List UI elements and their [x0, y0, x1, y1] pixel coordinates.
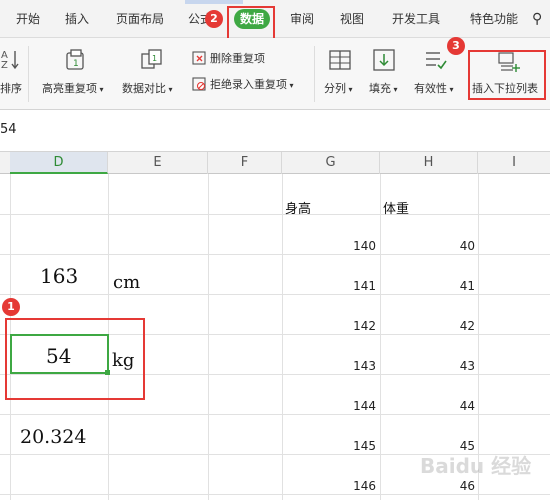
cell-height-header[interactable]: 身高 — [285, 198, 311, 217]
search-icon[interactable]: ⚲ — [532, 9, 542, 29]
cell-bmi-result[interactable]: 20.324 — [20, 426, 86, 448]
cell-weight-value[interactable]: 42 — [415, 319, 475, 333]
split-column-icon[interactable] — [328, 48, 352, 72]
tab-special-features[interactable]: 特色功能 — [470, 9, 518, 29]
data-validity-label: 有效性 — [414, 82, 447, 95]
tab-page-layout[interactable]: 页面布局 — [116, 9, 164, 29]
annotation-badge-3: 3 — [447, 37, 465, 55]
cell-height-value[interactable]: 143 — [316, 359, 376, 373]
data-validity-button[interactable]: 有效性 ▾ — [414, 80, 454, 96]
reject-duplicates-icon — [192, 76, 206, 91]
grid-line — [380, 174, 381, 500]
sort-label[interactable]: 排序 — [0, 80, 22, 96]
column-header-g[interactable]: G — [282, 152, 380, 174]
fill-button[interactable]: 填充 ▾ — [369, 80, 398, 96]
cell-height-input[interactable]: 163 — [40, 264, 78, 288]
cell-height-value[interactable]: 146 — [316, 479, 376, 493]
remove-duplicates-button[interactable]: 删除重复项 — [210, 50, 265, 66]
grid-line — [0, 254, 550, 255]
window-top-strip — [185, 0, 243, 4]
grid-line — [0, 214, 550, 215]
data-compare-icon[interactable]: 1 — [140, 48, 164, 72]
ribbon-divider — [314, 46, 315, 102]
reject-duplicates-label: 拒绝录入重复项 — [210, 78, 287, 91]
highlight-duplicates-icon[interactable]: 1 — [64, 48, 88, 72]
reject-duplicates-button[interactable]: 拒绝录入重复项 ▾ — [210, 76, 294, 92]
column-header-i[interactable]: I — [478, 152, 550, 174]
column-header-h[interactable]: H — [380, 152, 478, 174]
highlight-duplicates-button[interactable]: 高亮重复项 ▾ — [42, 80, 104, 96]
svg-text:Z: Z — [1, 60, 8, 70]
grid-line — [282, 174, 283, 500]
grid-line — [208, 174, 209, 500]
column-header-f[interactable]: F — [208, 152, 282, 174]
split-column-label: 分列 — [324, 82, 346, 95]
annotation-box-selected-cell — [5, 318, 145, 400]
column-header-e[interactable]: E — [108, 152, 208, 174]
tab-review[interactable]: 审阅 — [290, 9, 314, 29]
grid-line — [0, 294, 550, 295]
cell-weight-value[interactable]: 43 — [415, 359, 475, 373]
tab-view[interactable]: 视图 — [340, 9, 364, 29]
tab-start[interactable]: 开始 — [16, 9, 40, 29]
cell-weight-value[interactable]: 46 — [415, 479, 475, 493]
cell-height-value[interactable]: 144 — [316, 399, 376, 413]
cell-weight-value[interactable]: 44 — [415, 399, 475, 413]
cell-height-value[interactable]: 145 — [316, 439, 376, 453]
cell-height-value[interactable]: 141 — [316, 279, 376, 293]
cell-weight-value[interactable]: 41 — [415, 279, 475, 293]
cell-weight-header[interactable]: 体重 — [383, 198, 409, 217]
tab-developer[interactable]: 开发工具 — [392, 9, 440, 29]
cell-height-value[interactable]: 142 — [316, 319, 376, 333]
cell-height-value[interactable]: 140 — [316, 239, 376, 253]
split-column-button[interactable]: 分列 ▾ — [324, 80, 353, 96]
data-compare-button[interactable]: 数据对比 ▾ — [122, 80, 173, 96]
fill-label: 填充 — [369, 82, 391, 95]
column-header-d[interactable]: D — [10, 152, 108, 174]
highlight-duplicates-label: 高亮重复项 — [42, 82, 97, 95]
formula-bar[interactable]: 54 — [0, 110, 550, 152]
remove-duplicates-icon — [192, 50, 206, 65]
column-header-row: D E F G H I — [0, 152, 550, 174]
annotation-box-data-tab — [227, 6, 275, 42]
tab-insert[interactable]: 插入 — [65, 9, 89, 29]
data-compare-label: 数据对比 — [122, 82, 166, 95]
annotation-badge-1: 1 — [2, 298, 20, 316]
cell-weight-value[interactable]: 40 — [415, 239, 475, 253]
sort-icon[interactable]: AZ — [0, 48, 22, 71]
svg-text:1: 1 — [73, 59, 79, 69]
ribbon-tab-bar: 开始 插入 页面布局 公式 数据 审阅 视图 开发工具 特色功能 ⚲ — [0, 0, 550, 38]
data-validity-icon[interactable] — [424, 48, 448, 72]
annotation-box-insert-dropdown — [468, 50, 546, 100]
svg-text:1: 1 — [152, 54, 157, 63]
annotation-badge-2: 2 — [205, 10, 223, 28]
watermark: Baidu 经验 — [420, 454, 532, 478]
grid-line — [0, 494, 550, 495]
cell-unit-cm[interactable]: cm — [113, 272, 140, 293]
formula-bar-value[interactable]: 54 — [0, 122, 17, 137]
fill-icon[interactable] — [372, 48, 396, 72]
ribbon-divider — [28, 46, 29, 102]
grid-line — [0, 414, 550, 415]
